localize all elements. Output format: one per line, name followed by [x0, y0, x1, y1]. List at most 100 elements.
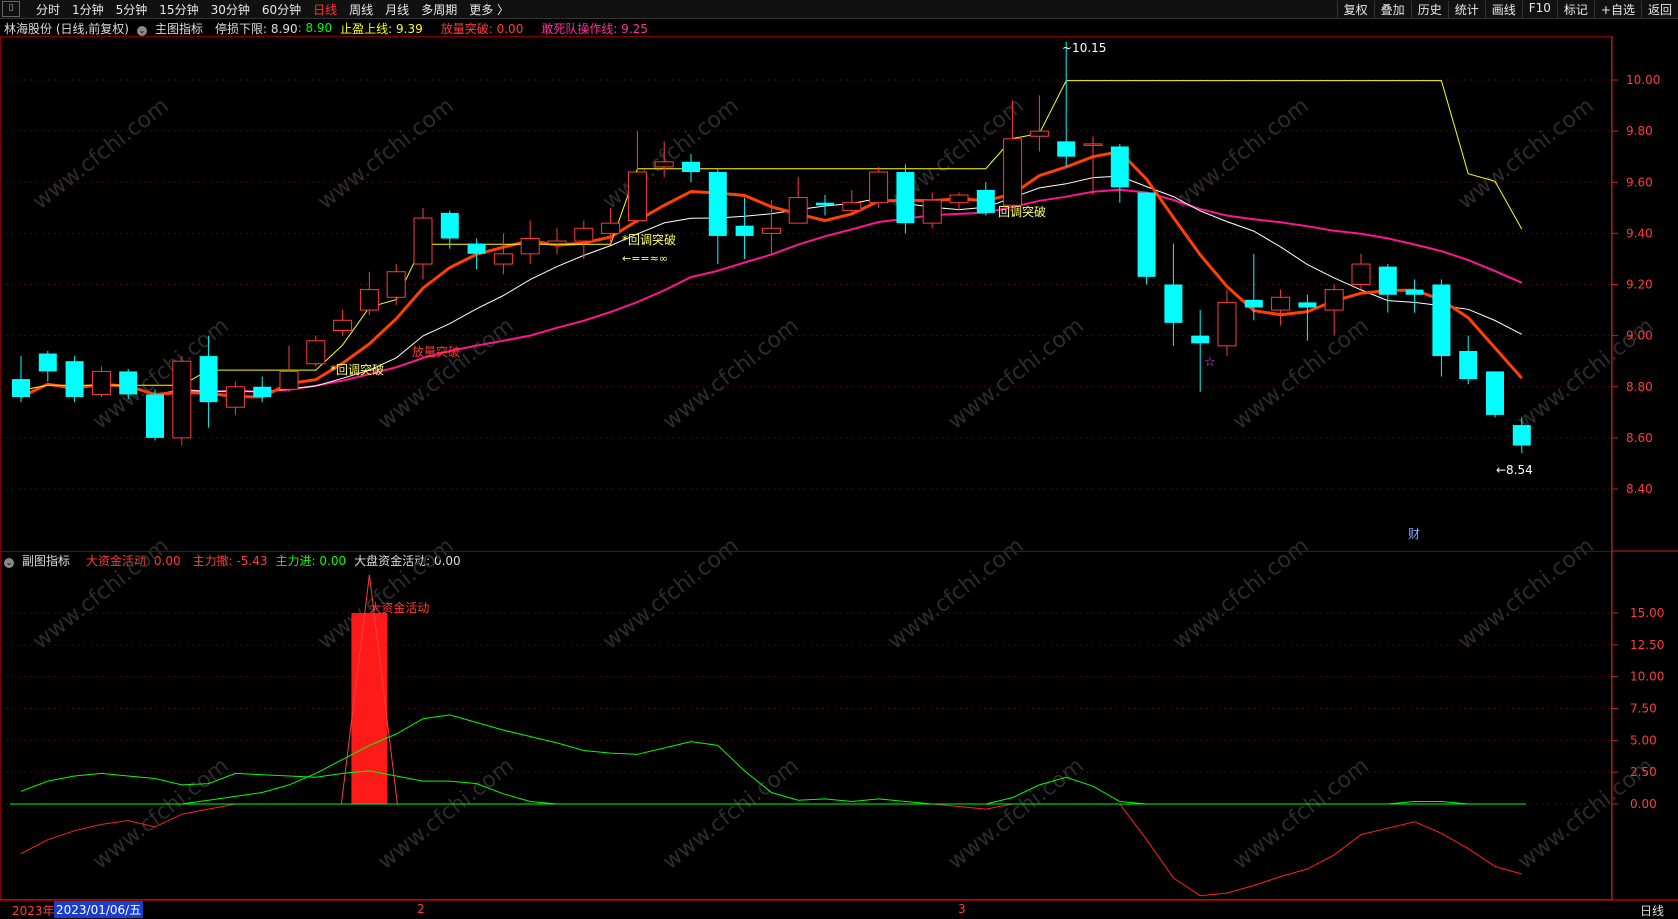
candle-body [627, 171, 647, 222]
big-fund-bar [351, 613, 388, 804]
candle-body [1405, 289, 1424, 295]
watermark-text: www.cfchi.com [943, 313, 1088, 434]
candle-body [682, 161, 700, 173]
candle [1432, 279, 1451, 377]
candle [1405, 279, 1424, 313]
candle-body [1110, 146, 1129, 188]
date-bar: 2023年 2023/01/06/五 2 3 日线 [0, 900, 1678, 918]
candle [627, 131, 647, 224]
candle-body [333, 319, 353, 332]
candle-body [65, 361, 84, 397]
y-tick-label: 9.80 [1626, 124, 1653, 138]
candle-body [520, 237, 540, 255]
candle-body [654, 161, 674, 168]
candle-body [91, 370, 111, 395]
y-tick-label: 8.60 [1626, 431, 1653, 445]
y-tick-label: 10.00 [1626, 73, 1660, 87]
candle-body [440, 212, 459, 239]
main-frame [0, 36, 1612, 552]
y-tick-label: 9.00 [1626, 329, 1653, 343]
current-date: 2023/01/06/五 [54, 901, 144, 918]
candle [976, 182, 995, 216]
candle [12, 356, 30, 403]
pullback-label-2: *回调突破 [330, 362, 384, 377]
candle [869, 166, 889, 208]
watermark-text: www.cfchi.com [658, 313, 803, 434]
candle [91, 366, 111, 397]
candle-body [172, 360, 192, 439]
star-marker: ☆ [1204, 355, 1216, 370]
sub-y-tick-label: 10.00 [1630, 670, 1664, 684]
candle-body [1298, 302, 1317, 308]
watermark-text: www.cfchi.com [313, 93, 458, 214]
candle-body [788, 197, 808, 224]
candle-body [1137, 192, 1156, 277]
volume-break-annotation: 放量突破 [412, 344, 460, 359]
candle [1459, 335, 1478, 385]
candle [440, 210, 459, 249]
month-3-label: 3 [958, 902, 966, 916]
candle [1351, 253, 1371, 290]
candle [520, 220, 540, 265]
stock-chart[interactable]: www.cfchi.com www.cfchi.com www.cfchi.com w… [0, 0, 1678, 916]
candle [788, 177, 808, 224]
candle [225, 381, 245, 415]
arrow-annotation: ←==≈∞ [622, 252, 668, 265]
candle [467, 238, 486, 270]
candle [413, 207, 433, 280]
candle [1029, 95, 1049, 152]
candle [386, 264, 406, 305]
candle [1378, 264, 1397, 313]
sub-y-tick-label: 2.50 [1630, 765, 1657, 779]
candle [547, 228, 567, 254]
candle-body [1217, 301, 1237, 347]
candle-body [1003, 138, 1023, 206]
sub-y-tick-label: 12.50 [1630, 638, 1664, 652]
candle-body [119, 371, 138, 395]
ma-red-line [20, 149, 1523, 399]
candle [1217, 289, 1237, 357]
candle-body [842, 202, 862, 211]
main-y-axis: 8.40 8.60 8.80 9.00 9.20 9.40 9.60 9.80 10.00 [1612, 73, 1660, 496]
candle [1137, 192, 1156, 285]
high-price-label: ~10.15 [1062, 41, 1106, 55]
candle-body [225, 386, 245, 408]
candle-body [761, 227, 781, 234]
candle [922, 192, 942, 229]
candle-body [493, 253, 513, 265]
gridlines [0, 79, 1612, 805]
y-tick-label: 9.60 [1626, 175, 1653, 189]
candle-body [1244, 299, 1263, 308]
candle [708, 169, 727, 265]
candle [1271, 289, 1291, 326]
candle-body [146, 394, 164, 438]
watermark-text: www.cfchi.com [28, 93, 173, 214]
candle [172, 356, 192, 446]
candle [65, 356, 84, 403]
candle-body [253, 386, 272, 397]
candle-body [279, 370, 299, 390]
candle-body [1029, 130, 1049, 137]
candle [359, 271, 379, 316]
candle-body [1432, 284, 1451, 357]
candle-body [1351, 263, 1371, 285]
candle-body [359, 289, 379, 311]
candle-body [1057, 141, 1076, 157]
candle [38, 350, 57, 382]
candle-body [869, 171, 889, 204]
y-tick-label: 9.40 [1626, 226, 1653, 240]
y-tick-label: 8.40 [1626, 482, 1653, 496]
candle-body [413, 217, 433, 265]
candle-body [816, 202, 834, 206]
low-price-label: ←8.54 [1496, 463, 1533, 477]
sub-chart [10, 574, 1526, 897]
candle-body [1191, 335, 1210, 344]
candle-body [38, 353, 57, 372]
candle [1083, 136, 1103, 196]
candle-body [386, 271, 406, 298]
sub-y-tick-label: 7.50 [1630, 702, 1657, 716]
candle [306, 335, 326, 367]
candle-body [547, 240, 567, 245]
candle-body [976, 189, 995, 213]
candle-body [708, 172, 727, 236]
